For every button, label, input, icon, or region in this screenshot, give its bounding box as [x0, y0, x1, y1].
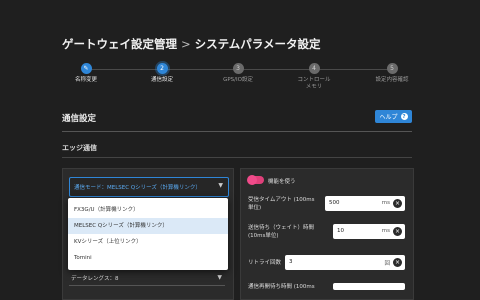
send-wait-label: 送信待ち（ウェイト）時間 (10ms単位) [248, 224, 314, 240]
dropdown-option-kv[interactable]: KVシリーズ（上位リンク） [68, 234, 228, 250]
breadcrumb-separator: > [181, 37, 191, 51]
data-length-select[interactable]: データレングス：8 ▼ [69, 271, 225, 286]
page-title: ゲートウェイ設定管理 > システムパラメータ設定 [62, 36, 320, 52]
dropdown-option-tomini[interactable]: Tomini [68, 250, 228, 266]
step-number: 4 [308, 63, 320, 74]
recv-timeout-value: 500 [329, 200, 340, 206]
resume-wait-input[interactable] [333, 283, 405, 290]
help-button-label: ヘルプ [379, 114, 398, 121]
toggle-knob [247, 175, 257, 185]
retry-count-input[interactable]: 3 回 × [285, 255, 405, 270]
step-label: 設定内容確認 [375, 77, 409, 83]
retry-count-value: 3 [289, 259, 293, 265]
send-wait-value: 10 [337, 228, 344, 234]
subsection-title: エッジ通信 [62, 144, 97, 152]
divider [62, 131, 412, 132]
step-gps-io[interactable]: 3 GPS/IO設定 [198, 63, 278, 84]
step-label: コントロール メモリ [297, 77, 331, 90]
breadcrumb-current: システムパラメータ設定 [194, 37, 321, 51]
clear-icon[interactable]: × [393, 258, 402, 267]
step-label: 通信設定 [150, 77, 173, 83]
recv-timeout-unit: ms [381, 200, 390, 206]
comm-mode-value: 通信モード：MELSEC Qシリーズ（計算機リンク） [74, 185, 201, 191]
send-wait-input[interactable]: 10 ms × [333, 224, 405, 239]
step-label: GPS/IO設定 [223, 77, 253, 83]
data-length-value: データレングス：8 [71, 276, 119, 282]
comm-mode-select[interactable]: 通信モード：MELSEC Qシリーズ（計算機リンク） ▼ [69, 177, 229, 197]
send-wait-unit: ms [381, 228, 390, 234]
function-toggle[interactable] [247, 175, 264, 185]
recv-timeout-label-line1: 受信タイムアウト (100ms [248, 197, 315, 203]
divider [62, 157, 412, 158]
comm-mode-dropdown: FX3G/U（計算機リンク） MELSEC Qシリーズ（計算機リンク） KVシリ… [68, 198, 228, 270]
section-title: 通信設定 [62, 114, 97, 124]
function-toggle-label: 機能を使う [268, 179, 296, 185]
step-comm-settings[interactable]: 2 通信設定 [122, 63, 202, 84]
step-number: 2 [156, 63, 168, 74]
question-icon: ? [400, 113, 408, 120]
dropdown-option-melsec-q[interactable]: MELSEC Qシリーズ（計算機リンク） [68, 218, 228, 234]
dropdown-option-fx3gu[interactable]: FX3G/U（計算機リンク） [68, 202, 228, 218]
send-wait-label-line1: 送信待ち（ウェイト）時間 [248, 225, 315, 231]
recv-timeout-input[interactable]: 500 ms × [325, 196, 405, 211]
step-confirm[interactable]: 5 設定内容確認 [352, 63, 432, 84]
help-button[interactable]: ヘルプ ? [375, 110, 412, 123]
step-number: 5 [386, 63, 398, 74]
caret-down-icon: ▼ [217, 274, 222, 281]
caret-down-icon: ▼ [218, 182, 223, 189]
step-control-memory[interactable]: 4 コントロール メモリ [274, 63, 354, 91]
clear-icon[interactable]: × [393, 199, 402, 208]
retry-count-unit: 回 [384, 261, 390, 267]
recv-timeout-label-line2: 単位) [248, 205, 262, 211]
breadcrumb-parent: ゲートウェイ設定管理 [62, 37, 177, 51]
retry-count-label: リトライ回数 [248, 260, 282, 266]
step-number: 3 [232, 63, 244, 74]
step-name-change[interactable]: ✎ 名称変更 [46, 63, 126, 84]
send-wait-label-line2: (10ms単位) [248, 233, 279, 239]
recv-timeout-label: 受信タイムアウト (100ms 単位) [248, 196, 315, 212]
clear-icon[interactable]: × [393, 227, 402, 236]
pencil-icon: ✎ [80, 63, 92, 74]
step-label: 名称変更 [74, 77, 97, 83]
